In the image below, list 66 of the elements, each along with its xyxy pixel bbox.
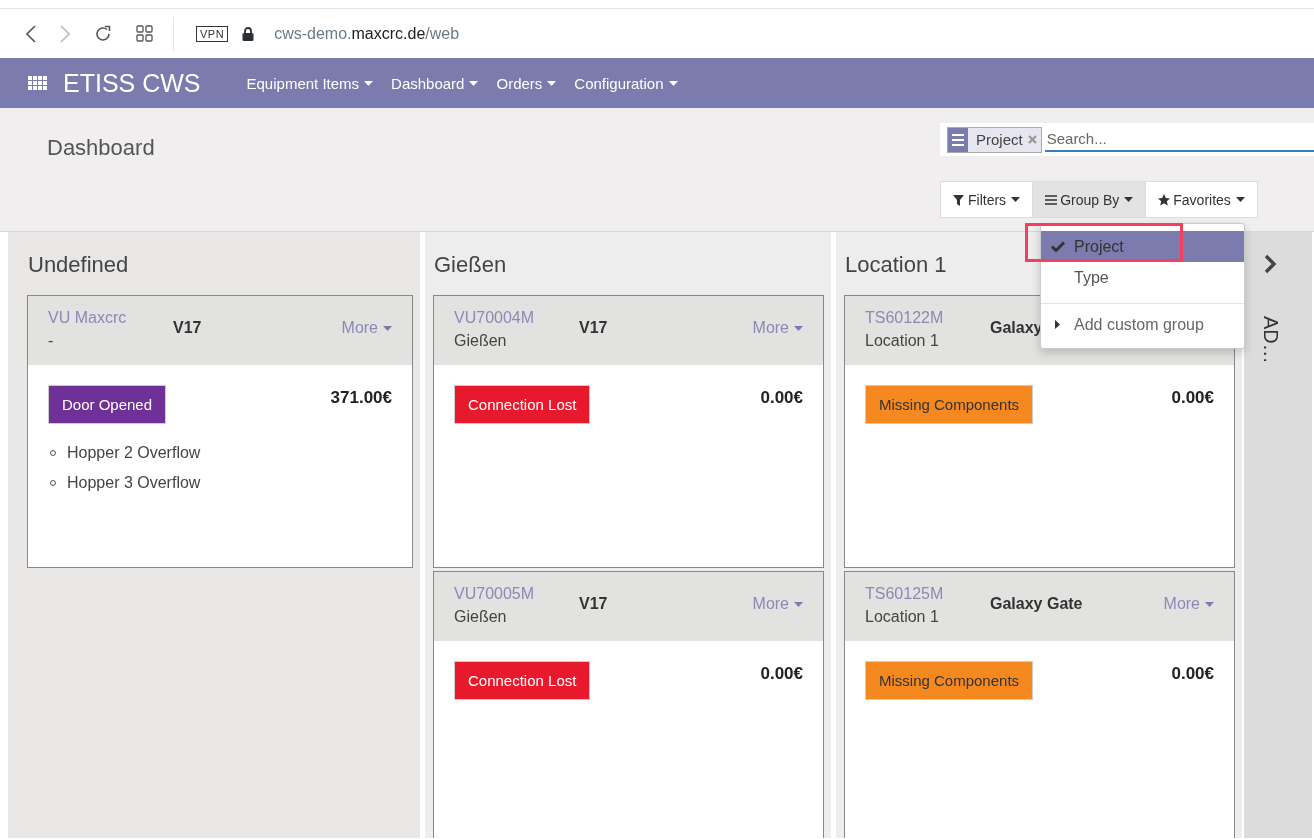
location-text: Gießen <box>454 332 508 350</box>
dropdown-button[interactable]: Group By <box>1032 181 1147 218</box>
nav-menu[interactable]: Configuration <box>574 74 678 92</box>
breadcrumb: Dashboard <box>47 135 155 162</box>
amount-text: 0.00€ <box>760 388 803 408</box>
caret-icon <box>547 80 557 86</box>
column-title: AD… <box>1258 316 1282 364</box>
amount-text: 0.00€ <box>760 664 803 684</box>
search-field[interactable]: Search... <box>1044 127 1314 152</box>
apps-menu-icon[interactable] <box>28 76 47 90</box>
amount-text: 371.00€ <box>330 388 392 408</box>
caret-right-icon <box>1055 320 1060 329</box>
nav-menu[interactable]: Equipment Items <box>246 74 374 92</box>
alert-item: Hopper 2 Overflow <box>67 444 201 462</box>
caret-icon <box>469 80 479 86</box>
location-text: Location 1 <box>865 332 940 350</box>
location-text: Gießen <box>454 608 508 626</box>
dropdown-button[interactable]: Filters <box>940 181 1034 218</box>
list-icon <box>948 127 968 152</box>
filter-icon <box>953 193 965 206</box>
vpn-badge[interactable]: VPN <box>196 25 229 42</box>
star-icon <box>1158 193 1171 206</box>
caret-icon <box>1235 197 1245 202</box>
model-text: Galaxy <box>990 318 1043 338</box>
menu-item[interactable]: Type <box>1041 262 1244 293</box>
folded-column[interactable]: AD… <box>1244 232 1312 838</box>
status-tag: Missing Components <box>865 385 1034 424</box>
search-bar[interactable]: Project Search... <box>940 123 1314 156</box>
model-text: Galaxy Gate <box>990 594 1083 614</box>
amount-text: 0.00€ <box>1171 388 1214 408</box>
caret-icon <box>794 325 803 331</box>
chevron-right-icon[interactable] <box>1263 254 1277 274</box>
model-text: V17 <box>579 594 608 614</box>
menu-item[interactable]: Project <box>1041 231 1244 262</box>
app-name: ETISS CWS <box>63 68 201 98</box>
status-tag: Door Opened <box>48 385 167 424</box>
status-tag: Connection Lost <box>454 661 591 700</box>
status-tag: Missing Components <box>865 661 1034 700</box>
nav-menu[interactable]: Orders <box>496 74 557 92</box>
model-text: V17 <box>173 318 202 338</box>
caret-icon <box>364 80 374 86</box>
caret-icon <box>1011 197 1021 202</box>
column-title: Gießen <box>434 252 508 278</box>
location-text: - <box>48 332 55 350</box>
caret-icon <box>383 325 392 331</box>
amount-text: 0.00€ <box>1171 664 1214 684</box>
model-text: V17 <box>579 318 608 338</box>
grid-icon[interactable] <box>136 25 153 42</box>
caret-icon <box>668 80 678 86</box>
dropdown-button[interactable]: Favorites <box>1145 181 1258 218</box>
back-icon[interactable] <box>26 24 36 43</box>
check-icon <box>1051 241 1065 252</box>
alert-item: Hopper 3 Overflow <box>67 474 201 492</box>
nav-menu[interactable]: Dashboard <box>391 74 479 92</box>
status-tag: Connection Lost <box>454 385 591 424</box>
column-title: Location 1 <box>845 252 948 278</box>
search-facet[interactable]: Project <box>947 126 1042 153</box>
lock-icon <box>242 26 255 41</box>
address-text[interactable]: cws-demo.maxcrc.de/web <box>274 24 460 43</box>
caret-icon <box>1205 601 1214 607</box>
list-icon <box>1045 193 1058 206</box>
location-text: Location 1 <box>865 608 940 626</box>
reload-icon[interactable] <box>94 24 112 43</box>
caret-icon <box>1124 197 1134 202</box>
caret-icon <box>794 601 803 607</box>
column-title: Undefined <box>28 252 130 278</box>
